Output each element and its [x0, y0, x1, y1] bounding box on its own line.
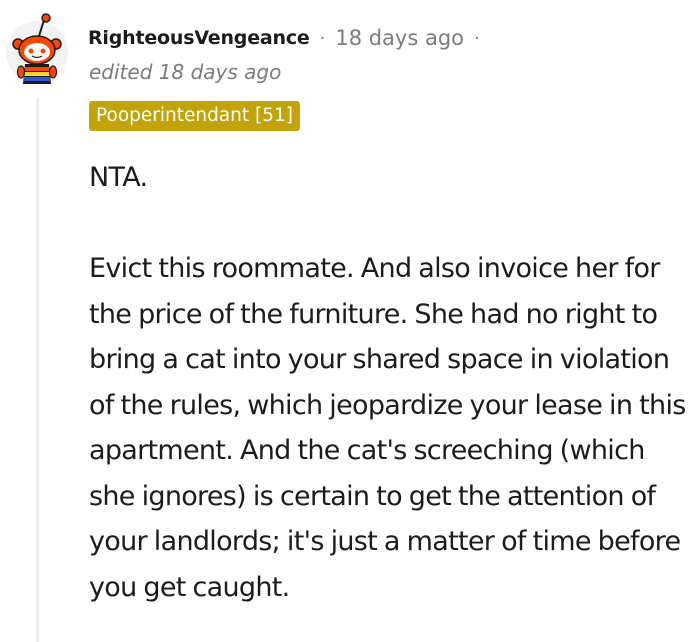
comment-paragraph: Evict this roommate. And also invoice he…: [89, 253, 686, 603]
timestamp-link[interactable]: 18 days ago: [335, 26, 464, 50]
thread-line[interactable]: [36, 98, 39, 642]
edited-label: edited 18 days ago: [89, 60, 282, 84]
header-separator-trailing: ·: [474, 27, 480, 49]
comment-body: NTA. Evict this roommate. And also invoi…: [89, 155, 689, 610]
username-link[interactable]: RighteousVengeance: [88, 27, 310, 49]
snoo-avatar-icon: [6, 13, 68, 84]
user-flair: Pooperintendant [51]: [89, 101, 301, 131]
header-separator: ·: [319, 27, 326, 49]
comment-header: RighteousVengeance · 18 days ago ·: [88, 22, 490, 54]
comment-paragraph: NTA.: [89, 162, 148, 193]
user-avatar[interactable]: [6, 8, 68, 92]
